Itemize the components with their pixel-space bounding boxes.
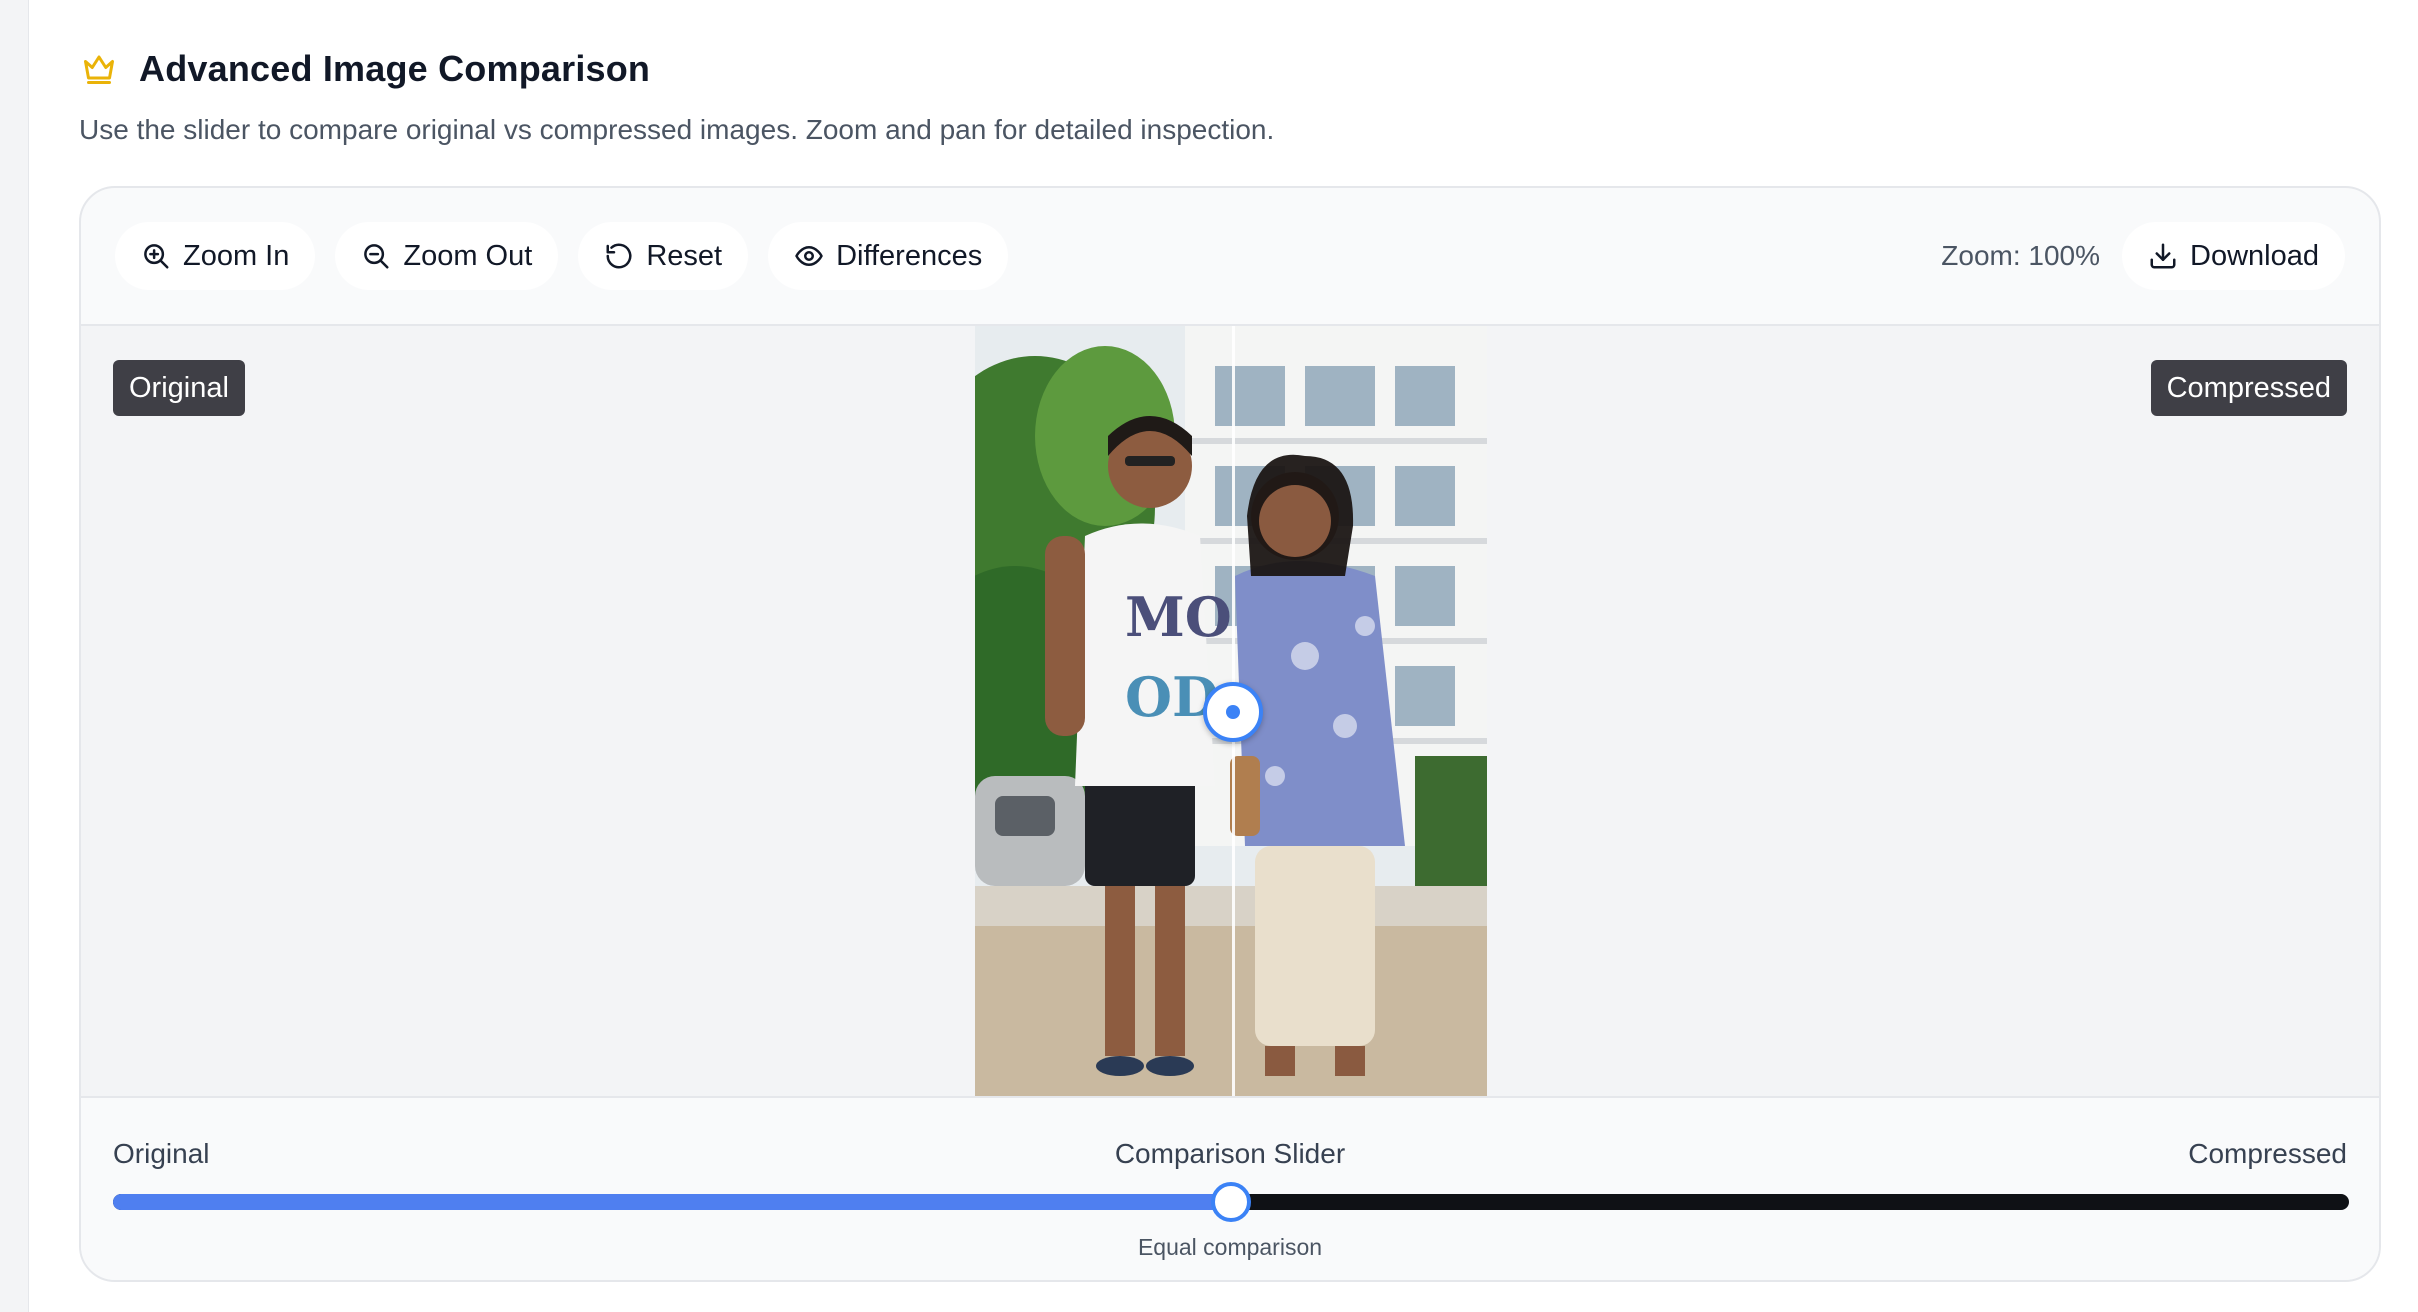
page-title: Advanced Image Comparison xyxy=(139,48,651,89)
zoom-in-label: Zoom In xyxy=(183,239,290,272)
compressed-tag: Compressed xyxy=(2150,360,2347,416)
page: Advanced Image Comparison Use the slider… xyxy=(28,0,2418,1312)
crown-icon xyxy=(84,55,114,84)
reset-button[interactable]: Reset xyxy=(578,222,749,290)
differences-button[interactable]: Differences xyxy=(768,222,1009,290)
toolbar: Zoom In Zoom Out Reset Differences Zoom:… xyxy=(81,188,2379,326)
slider-label-center: Comparison Slider xyxy=(1114,1138,1346,1169)
zoom-out-label: Zoom Out xyxy=(403,239,533,272)
zoom-level: Zoom: 100% xyxy=(1941,240,2101,271)
original-tag: Original xyxy=(113,360,245,416)
slider-caption: Equal comparison xyxy=(1137,1234,1323,1260)
page-subtitle: Use the slider to compare original vs co… xyxy=(79,114,1275,145)
comparison-slider-fill xyxy=(113,1194,1231,1210)
reset-label: Reset xyxy=(646,239,723,272)
slider-label-compressed: Compressed xyxy=(2188,1138,2347,1169)
svg-text:MO: MO xyxy=(1125,585,1232,649)
download-icon xyxy=(2150,243,2176,269)
zoom-in-icon xyxy=(144,244,169,269)
download-button[interactable]: Download xyxy=(2122,222,2345,290)
comparison-panel: Zoom In Zoom Out Reset Differences Zoom:… xyxy=(79,186,2381,1282)
comparison-stage[interactable]: Original Compressed MO OD xyxy=(81,326,2379,1096)
slider-section: Original Comparison Slider Compressed Eq… xyxy=(81,1096,2379,1280)
reset-icon xyxy=(606,243,632,269)
comparison-slider-thumb[interactable] xyxy=(1211,1182,1251,1222)
download-label: Download xyxy=(2190,239,2319,272)
handle-dot xyxy=(1226,705,1240,719)
zoom-out-icon xyxy=(364,244,389,269)
zoom-out-button[interactable]: Zoom Out xyxy=(335,222,559,290)
differences-label: Differences xyxy=(836,239,983,272)
header: Advanced Image Comparison xyxy=(79,48,650,90)
eye-icon xyxy=(795,246,823,266)
zoom-in-button[interactable]: Zoom In xyxy=(115,222,316,290)
comparison-handle[interactable] xyxy=(1203,682,1263,742)
